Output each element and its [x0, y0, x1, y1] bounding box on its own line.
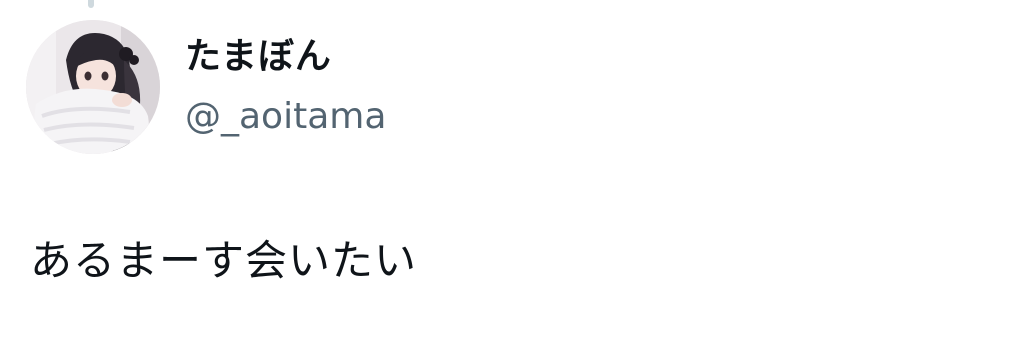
- author-handle[interactable]: @_aoitama: [185, 94, 386, 140]
- tweet-text: あるまーす会いたい: [30, 236, 418, 285]
- author-info: たまぼん @_aoitama: [185, 34, 386, 140]
- author-display-name[interactable]: たまぼん: [185, 34, 386, 80]
- avatar[interactable]: [26, 20, 160, 154]
- avatar-photo: [26, 20, 160, 154]
- tweet[interactable]: たまぼん @_aoitama あるまーす会いたい: [0, 0, 1031, 343]
